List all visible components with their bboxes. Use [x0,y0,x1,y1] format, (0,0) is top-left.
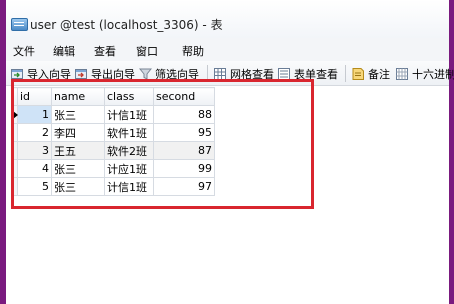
memo-label: 备注 [368,68,390,81]
menu-file[interactable]: 文件 [13,43,35,59]
menu-window[interactable]: 窗口 [136,43,158,59]
memo-button[interactable]: 备注 [352,66,390,82]
table-app-icon [11,18,28,31]
hex-button[interactable]: 十六进制 [396,66,454,82]
red-highlight-box [11,79,314,209]
title-bar[interactable]: user @test (localhost_3306) - 表 [6,0,449,39]
memo-icon [352,68,365,80]
window-border-right [449,0,454,304]
application-window: user @test (localhost_3306) - 表 文件 编辑 查看… [0,0,454,304]
menu-bar: 文件 编辑 查看 窗口 帮助 [6,38,449,61]
menu-view[interactable]: 查看 [94,43,116,59]
menu-help[interactable]: 帮助 [182,43,204,59]
window-title: user @test (localhost_3306) - 表 [30,18,223,32]
toolbar-separator [345,65,346,82]
menu-edit[interactable]: 编辑 [53,43,75,59]
hex-label: 十六进制 [412,68,454,81]
hex-icon [396,68,409,80]
